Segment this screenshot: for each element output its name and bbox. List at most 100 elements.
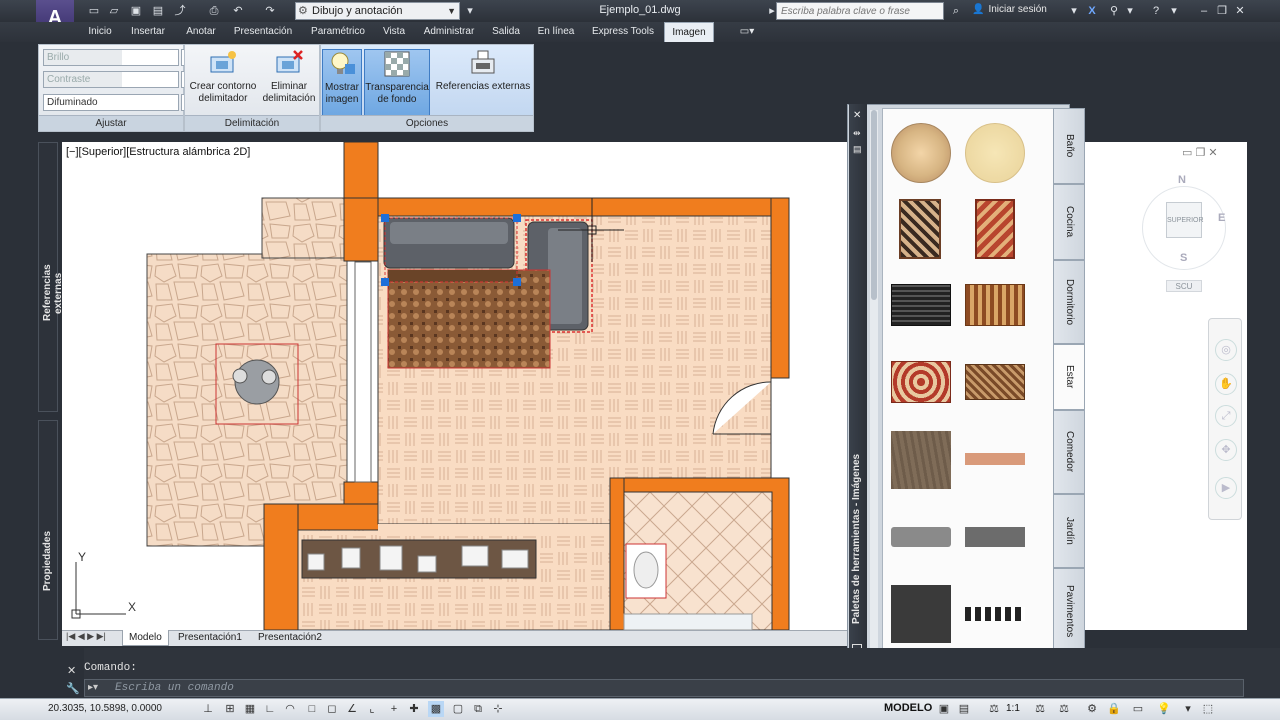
viewcube-south[interactable]: S [1180,252,1187,264]
rug-persian-2[interactable] [975,199,1015,259]
viewcube-east[interactable]: E [1218,212,1225,224]
properties-palette-collapsed[interactable]: Propiedades [38,420,58,640]
palette-tab-bano[interactable]: Baño [1053,108,1085,184]
command-prompt-icon[interactable]: ▸▾ [88,682,98,693]
external-references-button[interactable]: Referencias externas [433,49,533,93]
viewcube[interactable]: N S E SUPERIOR SCU [1142,172,1226,292]
viewcube-north[interactable]: N [1178,174,1186,186]
palette-tab-pavimentos[interactable]: Pavimentos [1053,568,1085,654]
dark-slab[interactable] [965,527,1025,547]
isolate-icon[interactable]: 💡 [1156,701,1172,717]
tab-inicio[interactable]: Inicio [82,22,118,42]
viewcube-face[interactable]: SUPERIOR [1166,202,1204,238]
grid-icon[interactable]: ▦ [242,701,258,717]
tab-presentacion1[interactable]: Presentación1 [172,630,248,646]
clean-screen-icon[interactable]: ⬚ [1200,701,1216,717]
dark-tile[interactable] [891,585,951,643]
3d-osnap-icon[interactable]: ◻ [324,701,340,717]
open-icon[interactable]: ▱ [106,3,122,19]
search-input[interactable]: Escriba palabra clave o frase [776,2,944,20]
customize-toolbar-icon[interactable]: ▾ [462,3,478,19]
brightness-slider[interactable]: Brillo [43,49,179,66]
save-icon[interactable]: ▣ [128,3,144,19]
round-rug-1[interactable] [891,123,951,183]
quick-view-layouts-icon[interactable]: ▣ [936,701,952,717]
status-menu-icon[interactable]: ▾ [1180,701,1196,717]
contrast-slider[interactable]: Contraste [43,71,179,88]
wood-plank-strip[interactable] [965,453,1025,465]
palette-tab-dormitorio[interactable]: Dormitorio [1053,260,1085,344]
tab-express-tools[interactable]: Express Tools [584,22,662,42]
tab-nav-arrows-icon[interactable]: |◀ ◀ ▶ ▶| [66,631,106,642]
zoom-icon[interactable]: ⤢ [1215,405,1237,427]
quick-properties-icon[interactable]: ▢ [450,701,466,717]
background-transparency-button[interactable]: Transparencia de fondo [364,49,430,117]
tool-palette-titlebar[interactable]: ✕ ⇹ ▤ Paletas de herramientas - Imágenes [849,104,867,664]
tab-imagen[interactable]: Imagen [664,22,714,42]
ribbon-minimize-icon[interactable]: ▭▾ [734,22,760,42]
fade-slider[interactable]: Difuminado [43,94,179,111]
round-rug-2[interactable] [965,123,1025,183]
tab-salida[interactable]: Salida [486,22,526,42]
command-close-icon[interactable]: ✕ [67,664,76,677]
connect-icon[interactable]: ⚲ [1106,3,1122,19]
xref-palette-collapsed[interactable]: Referencias externas [38,142,64,412]
rug-brown[interactable] [965,284,1025,326]
osnap-icon[interactable]: □ [304,701,320,717]
hardware-accel-icon[interactable]: ▭ [1130,701,1146,717]
lock-icon[interactable]: 🔒 [1106,701,1122,717]
tab-modelo[interactable]: Modelo [122,630,169,646]
tab-insertar[interactable]: Insertar [124,22,172,42]
new-icon[interactable]: ▭ [86,3,102,19]
model-space-toggle[interactable]: MODELO [884,702,932,714]
palette-properties-icon[interactable]: ▤ [853,144,862,155]
help-dropdown-icon[interactable]: ▾ [1166,3,1182,19]
selection-cycling-icon[interactable]: ⧉ [470,701,486,717]
rug-red[interactable] [891,361,951,403]
tab-presentacion[interactable]: Presentación [228,22,298,42]
dropdown-icon[interactable]: ▾ [1066,3,1082,19]
tab-parametrico[interactable]: Paramétrico [304,22,372,42]
drawing-viewport[interactable]: Y X [62,142,847,630]
viewport-controls-label[interactable]: [−][Superior][Estructura alámbrica 2D] [66,146,250,158]
exchange-icon[interactable]: X [1084,3,1100,19]
redo-icon[interactable]: ↷ [262,3,278,19]
tab-administrar[interactable]: Administrar [418,22,480,42]
tab-vista[interactable]: Vista [376,22,412,42]
publish-icon[interactable]: ⤴ [172,3,188,19]
command-customize-icon[interactable]: 🔧 [66,682,80,695]
steering-wheel-icon[interactable]: ◎ [1215,339,1237,361]
palette-scroll-thumb[interactable] [871,110,877,300]
rug-dark[interactable] [891,284,951,326]
ortho-icon[interactable]: ∟ [262,701,278,717]
print-icon[interactable]: ⎙ [206,3,222,19]
delete-clip-button[interactable]: Eliminar delimitación [261,49,317,105]
tab-presentacion2[interactable]: Presentación2 [252,630,328,646]
palette-tab-comedor[interactable]: Comedor [1053,410,1085,494]
otrack-icon[interactable]: ∠ [344,701,360,717]
undo-icon[interactable]: ↶ [230,3,246,19]
sign-in-button[interactable]: 👤 Iniciar sesión [972,4,1047,15]
palette-autohide-icon[interactable]: ⇹ [853,128,861,139]
create-clip-boundary-button[interactable]: Crear contorno delimitador [187,49,259,105]
palette-tab-estar[interactable]: Estar [1053,344,1085,410]
orbit-icon[interactable]: ✥ [1215,439,1237,461]
restore-icon[interactable]: ❐ [1214,3,1230,19]
lineweight-icon[interactable]: ✚ [406,701,422,717]
coordinates-readout[interactable]: 20.3035, 10.5898, 0.0000 [48,703,162,714]
palette-close-icon[interactable]: ✕ [853,110,861,121]
binoculars-icon[interactable]: ⌕ [948,3,964,19]
command-input[interactable]: Escriba un comando [84,679,1244,697]
dropdown-icon-2[interactable]: ▾ [1122,3,1138,19]
showmotion-icon[interactable]: ▶ [1215,477,1237,499]
annotation-scale-dropdown[interactable]: 1:1 [1006,703,1020,714]
wood-floor-texture[interactable] [891,431,951,489]
minimize-icon[interactable]: – [1196,3,1212,19]
ducs-icon[interactable]: ⌞ [364,701,380,717]
rail-strip[interactable] [965,607,1025,621]
transparency-toggle-icon[interactable]: ▩ [428,701,444,717]
workspace-switch-icon[interactable]: ⚙ [1084,701,1100,717]
annotation-scale-icon[interactable]: ⚖ [986,701,1002,717]
tab-en-linea[interactable]: En línea [532,22,580,42]
palette-scrollbar[interactable] [870,110,878,650]
